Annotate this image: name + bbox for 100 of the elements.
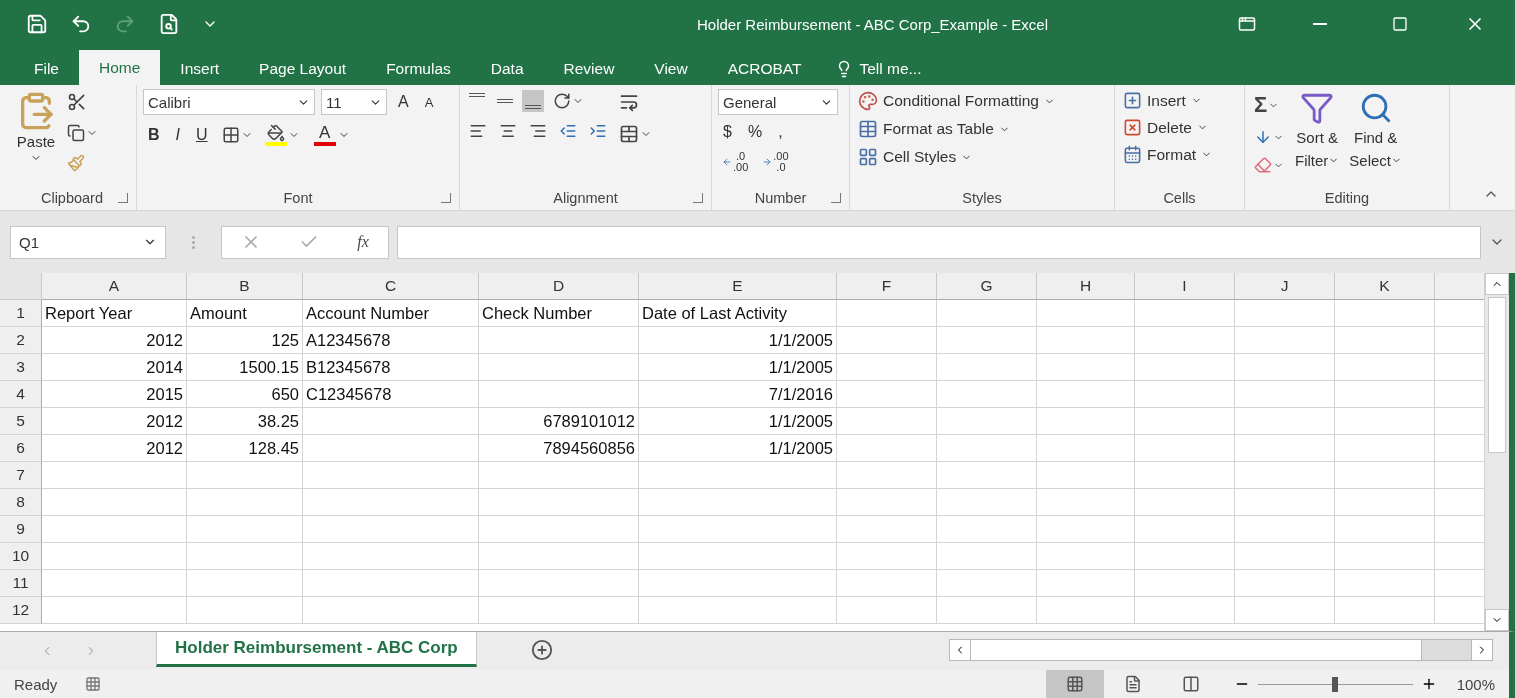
row-header[interactable]: 1 [0,300,42,327]
row-header[interactable]: 2 [0,327,42,354]
column-header[interactable]: K [1335,273,1435,300]
row-header[interactable]: 6 [0,435,42,462]
row-header[interactable]: 10 [0,543,42,570]
font-color-button[interactable]: A [308,122,355,148]
find-select-button[interactable]: Find & Select [1347,89,1405,186]
ribbon-tab[interactable]: Page Layout [239,52,367,85]
page-icon [1123,675,1142,693]
undo-icon[interactable] [70,13,92,35]
grid-icon [1065,675,1084,693]
column-header[interactable]: C [303,273,479,300]
dialog-launcher-icon[interactable] [831,193,841,203]
column-header[interactable]: I [1135,273,1235,300]
cells-menu-button[interactable]: Format [1121,143,1215,166]
zoom-slider-thumb[interactable] [1332,676,1339,692]
column-header[interactable]: A [42,273,187,300]
number-format-field[interactable]: General [718,89,838,115]
ribbon-tab[interactable]: Home [79,50,161,85]
scrollbar-thumb[interactable] [971,640,1422,660]
format-cells-icon [1123,145,1142,164]
wrap-text-icon [619,92,639,112]
group-label: Styles [962,190,1002,206]
save-icon[interactable] [26,13,48,35]
scroll-right-button[interactable] [1471,639,1493,661]
table-cell: 650 [187,381,303,408]
sheet-tab[interactable]: Holder Reimbursement - ABC Corp [156,632,477,667]
scroll-up-button[interactable] [1485,273,1509,295]
ribbon-tab[interactable]: Formulas [366,52,471,85]
styles-menu-button[interactable]: Cell Styles [856,145,1057,169]
formula-input-field[interactable] [397,225,1481,259]
font-style-button[interactable]: B [143,124,165,146]
ribbon-tab[interactable]: Data [470,52,544,85]
ribbon-tab[interactable]: Insert [160,52,240,85]
row-header[interactable]: 3 [0,354,42,381]
table-cell: 7/1/2016 [639,381,837,408]
column-header[interactable]: H [1037,273,1135,300]
decimal-button[interactable]: .00 .0 [758,149,793,175]
scroll-down-button[interactable] [1485,609,1509,631]
dialog-launcher-icon[interactable] [693,193,703,203]
group-label: Editing [1324,190,1370,206]
column-header[interactable]: B [187,273,303,300]
group-label: Cells [1163,190,1196,206]
table-cell: 1/1/2005 [639,354,837,381]
column-header[interactable]: J [1235,273,1335,300]
font-style-button[interactable]: U [191,124,213,146]
table-cell: Date of Last Activity [639,300,837,327]
dialog-launcher-icon[interactable] [441,193,451,203]
eraser-icon [1254,156,1272,174]
row-header[interactable]: 11 [0,570,42,597]
column-header[interactable]: E [639,273,837,300]
table-cell: Amount [187,300,303,327]
column-header[interactable]: F [837,273,937,300]
column-header[interactable]: G [937,273,1037,300]
table-cell: A12345678 [303,327,479,354]
font-size-field[interactable]: 11 [321,89,387,115]
table-cell: 125 [187,327,303,354]
vertical-align-button[interactable] [522,90,544,112]
styles-menu-button[interactable]: Format as Table [856,117,1057,141]
font-style-button[interactable]: I [170,124,185,146]
insert-function-button[interactable]: fx [357,233,369,251]
minimize-icon [1313,23,1327,25]
number-format-button[interactable]: , [773,121,788,143]
row-header[interactable]: 7 [0,462,42,489]
number-format-button[interactable]: % [742,121,768,143]
ribbon-tab[interactable]: Review [543,52,635,85]
row-header[interactable]: 5 [0,408,42,435]
view-button[interactable] [1045,670,1104,698]
shrink-font-button[interactable]: A [419,92,439,112]
sort-filter-button[interactable]: Sort & Filter [1293,89,1342,186]
print-preview-icon[interactable] [158,13,180,35]
cells-menu-button[interactable]: Delete [1121,116,1215,139]
autosum-button[interactable]: Σ [1251,89,1287,121]
middle-align-icon [497,99,513,103]
cells-menu-button[interactable]: Insert [1121,89,1215,112]
tell-me-button[interactable]: Tell me... [821,52,936,85]
palette-icon [858,91,878,111]
row-header[interactable]: 9 [0,516,42,543]
scrollbar-thumb[interactable] [1488,297,1506,453]
ribbon-tab[interactable]: ACROBAT [707,52,822,85]
ribbon-tab[interactable]: File [14,52,79,85]
row-header[interactable]: 4 [0,381,42,408]
decimal-button[interactable]: .0 .00 [718,149,753,175]
number-format-button[interactable]: $ [718,121,737,143]
ribbon-tab[interactable]: View [634,52,708,85]
row-header[interactable]: 12 [0,597,42,624]
table-cell: 1/1/2005 [639,327,837,354]
row-header[interactable]: 8 [0,489,42,516]
maximize-icon [1392,16,1408,32]
status-text: Ready [14,675,58,693]
font-name-field[interactable]: Calibri [143,89,315,115]
column-header[interactable]: D [479,273,639,300]
arrow-right-icon [762,157,773,167]
merge-cells-icon [619,124,639,144]
scroll-left-button[interactable] [949,639,971,661]
dialog-launcher-icon[interactable] [118,193,128,203]
grow-font-button[interactable]: A [393,91,414,113]
styles-menu-button[interactable]: Conditional Formatting [856,89,1057,113]
name-box[interactable]: Q1 [10,225,166,259]
paste-button[interactable]: Paste [14,89,58,186]
